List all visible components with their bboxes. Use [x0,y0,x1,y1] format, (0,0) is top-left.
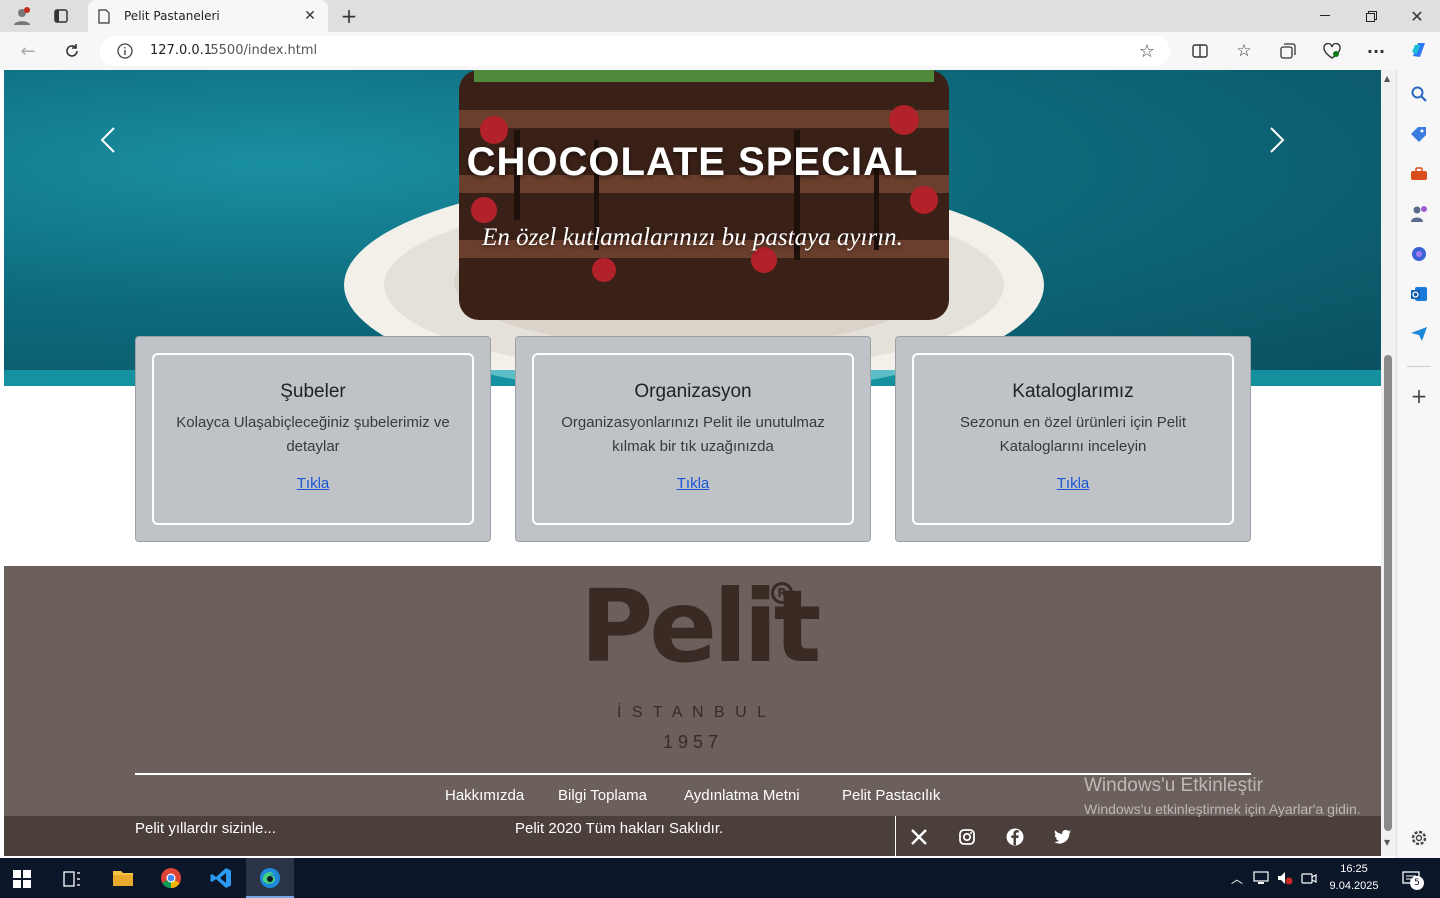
more-options-icon[interactable]: ··· [1364,40,1388,62]
card-kataloglarimiz: Kataloglarımız Sezonun en özel ürünleri … [895,336,1251,542]
activation-watermark-title: Windows'u Etkinleştir [1084,775,1263,796]
carousel-prev-icon[interactable] [92,120,124,160]
scroll-down-icon[interactable]: ▼ [1384,838,1390,847]
close-tab-icon[interactable]: ✕ [300,6,320,26]
chrome-icon[interactable] [158,866,184,890]
browser-titlebar: Pelit Pastaneleri ✕ + ✕ [0,0,1440,32]
games-icon[interactable] [1407,202,1431,226]
activation-watermark-subtitle: Windows'u etkinleştirmek için Ayarlar'a … [1084,801,1361,817]
card-desc: Kolayca Ulaşabiçleceğiniz şubelerimiz ve… [176,414,450,455]
sidebar-settings-icon[interactable] [1407,826,1431,850]
site-info-icon[interactable] [116,42,134,60]
back-icon[interactable]: ← [14,38,42,64]
profile-icon[interactable] [8,4,36,28]
card-inner: Organizasyon Organizasyonlarınızı Pelit … [532,353,854,525]
browser-tab[interactable]: Pelit Pastaneleri ✕ [88,0,328,32]
tab-title: Pelit Pastaneleri [124,9,220,23]
network-icon[interactable] [1252,870,1270,886]
favorites-icon[interactable]: ☆ [1232,40,1256,62]
card-title: Kataloglarımız [1012,381,1134,402]
taskbar-time[interactable]: 16:25 [1326,863,1382,875]
card-desc: Organizasyonlarınızı Pelit ile unutulmaz… [561,414,825,455]
logo-year: 1957 [662,732,724,752]
card-desc: Sezonun en özel ürünleri için Pelit Kata… [960,414,1186,455]
restore-icon[interactable] [1358,4,1384,28]
footer-bottom-bar: Pelit yıllardır sizinle... Pelit 2020 Tü… [4,816,1381,856]
card-organizasyon: Organizasyon Organizasyonlarınızı Pelit … [515,336,871,542]
footer-link-bilgi-toplama[interactable]: Bilgi Toplama [558,787,647,804]
footer-copyright: Pelit 2020 Tüm hakları Saklıdır. [515,820,724,837]
x-icon[interactable] [908,826,930,848]
collections-icon[interactable] [1276,40,1300,62]
footer-link-pelit-pastacilik[interactable]: Pelit Pastacılık [842,787,940,804]
vscode-icon[interactable] [208,866,234,890]
meet-now-icon[interactable] [1300,870,1318,886]
tray-chevron-icon[interactable]: ︿ [1228,870,1246,886]
taskbar-date[interactable]: 9.04.2025 [1326,880,1382,892]
facebook-icon[interactable] [1004,826,1026,848]
footer-social-divider [895,816,896,856]
favorite-star-icon[interactable]: ☆ [1136,40,1158,62]
notification-center-icon[interactable]: 5 [1398,868,1424,890]
search-icon[interactable] [1407,82,1431,106]
notification-count-badge: 5 [1410,876,1424,890]
split-screen-icon[interactable] [1188,40,1212,62]
scrollbar-thumb[interactable] [1384,355,1392,831]
task-view-icon[interactable] [60,868,84,890]
carousel-next-icon[interactable] [1261,120,1293,160]
shopping-tag-icon[interactable] [1407,122,1431,146]
outlook-icon[interactable] [1407,282,1431,306]
file-explorer-icon[interactable] [110,866,136,890]
pelit-logo[interactable]: Pelit R [580,568,821,690]
edge-icon [258,866,282,890]
page-viewport: CHOCOLATE SPECIAL En özel kutlamalarınız… [4,70,1381,856]
card-link-kataloglarimiz[interactable]: Tıkla [1057,475,1090,492]
tab-actions-icon[interactable] [48,4,74,28]
footer-tagline: Pelit yıllardır sizinle... [135,820,276,837]
browser-essentials-icon[interactable] [1320,40,1344,62]
taskbar-edge-active[interactable] [246,858,294,898]
footer-link-aydinlatma-metni[interactable]: Aydınlatma Metni [684,787,800,804]
hero-title: CHOCOLATE SPECIAL [466,140,919,184]
card-subeler: Şubeler Kolayca Ulaşabiçleceğiniz şubele… [135,336,491,542]
registered-mark-icon: R [771,582,793,604]
logo-city: İ S T A N B U L [616,704,769,721]
card-inner: Şubeler Kolayca Ulaşabiçleceğiniz şubele… [152,353,474,525]
volume-muted-icon[interactable] [1276,870,1294,886]
url-path: :5500/index.html [206,43,318,58]
page-scrollbar[interactable]: ▲ ▼ [1381,70,1396,856]
send-icon[interactable] [1407,322,1431,346]
card-link-subeler[interactable]: Tıkla [297,475,330,492]
add-sidebar-app-icon[interactable]: + [1407,384,1431,408]
address-bar[interactable]: 127.0.0.1 :5500/index.html ☆ [100,36,1170,66]
windows-taskbar: ︿ 16:25 9.04.2025 5 [0,858,1440,898]
card-inner: Kataloglarımız Sezonun en özel ürünleri … [912,353,1234,525]
footer-link-hakkimizda[interactable]: Hakkımızda [445,787,524,804]
refresh-icon[interactable] [58,38,86,64]
url-host: 127.0.0.1 [150,43,213,58]
page-icon [96,8,112,24]
windows-start-icon[interactable] [10,868,34,890]
new-tab-icon[interactable]: + [336,4,362,28]
close-window-icon[interactable]: ✕ [1404,4,1430,28]
edge-sidebar: + [1396,43,1440,858]
sidebar-divider [1407,366,1431,367]
minimize-icon[interactable] [1312,4,1338,28]
card-title: Şubeler [280,381,346,402]
twitter-icon[interactable] [1052,826,1074,848]
tools-icon[interactable] [1407,162,1431,186]
copilot-icon[interactable] [1407,38,1431,62]
scroll-up-icon[interactable]: ▲ [1384,74,1390,83]
instagram-icon[interactable] [956,826,978,848]
microsoft-365-icon[interactable] [1407,242,1431,266]
card-link-organizasyon[interactable]: Tıkla [677,475,710,492]
card-title: Organizasyon [634,381,752,402]
hero-subtitle: En özel kutlamalarınızı bu pastaya ayırı… [482,224,903,251]
